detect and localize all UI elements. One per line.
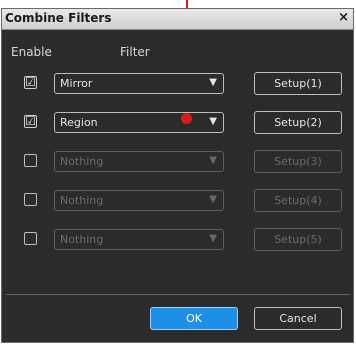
filter-select-value: Region bbox=[60, 116, 98, 129]
dropdown-arrow-icon: ▼ bbox=[209, 233, 217, 244]
setup-button-5: Setup(5) bbox=[254, 228, 342, 251]
enable-checkbox-4[interactable] bbox=[24, 193, 37, 206]
filter-select-4: Nothing ▼ bbox=[54, 190, 224, 211]
filter-select-1[interactable]: Mirror ▼ bbox=[54, 73, 224, 94]
enable-checkbox-1[interactable]: ☑ bbox=[24, 76, 37, 89]
annotation-pointer-dot bbox=[181, 113, 192, 124]
setup-button-1[interactable]: Setup(1) bbox=[254, 72, 342, 95]
dropdown-arrow-icon: ▼ bbox=[209, 155, 217, 166]
filter-select-value: Nothing bbox=[60, 155, 104, 168]
filter-select-5: Nothing ▼ bbox=[54, 229, 224, 250]
dropdown-arrow-icon: ▼ bbox=[209, 116, 217, 127]
filter-select-value: Mirror bbox=[60, 77, 93, 90]
setup-button-4: Setup(4) bbox=[254, 189, 342, 212]
close-icon[interactable]: × bbox=[338, 10, 349, 25]
cancel-button[interactable]: Cancel bbox=[254, 307, 342, 330]
enable-checkbox-2[interactable]: ☑ bbox=[24, 115, 37, 128]
dropdown-arrow-icon: ▼ bbox=[209, 194, 217, 205]
enable-checkbox-3[interactable] bbox=[24, 154, 37, 167]
ok-button[interactable]: OK bbox=[150, 307, 238, 330]
title-bar[interactable]: Combine Filters × bbox=[2, 9, 353, 30]
enable-checkbox-5[interactable] bbox=[24, 232, 37, 245]
dialog-title: Combine Filters bbox=[5, 11, 112, 25]
footer-divider bbox=[6, 294, 350, 295]
combine-filters-dialog: Combine Filters × Enable Filter ☑ Mirror… bbox=[1, 8, 354, 343]
filter-select-value: Nothing bbox=[60, 194, 104, 207]
enable-header: Enable bbox=[11, 45, 52, 59]
filter-header: Filter bbox=[120, 45, 150, 59]
filter-select-2[interactable]: Region ▼ bbox=[54, 112, 224, 133]
filter-select-value: Nothing bbox=[60, 233, 104, 246]
setup-button-2[interactable]: Setup(2) bbox=[254, 111, 342, 134]
setup-button-3: Setup(3) bbox=[254, 150, 342, 173]
filter-select-3: Nothing ▼ bbox=[54, 151, 224, 172]
dropdown-arrow-icon: ▼ bbox=[209, 77, 217, 88]
